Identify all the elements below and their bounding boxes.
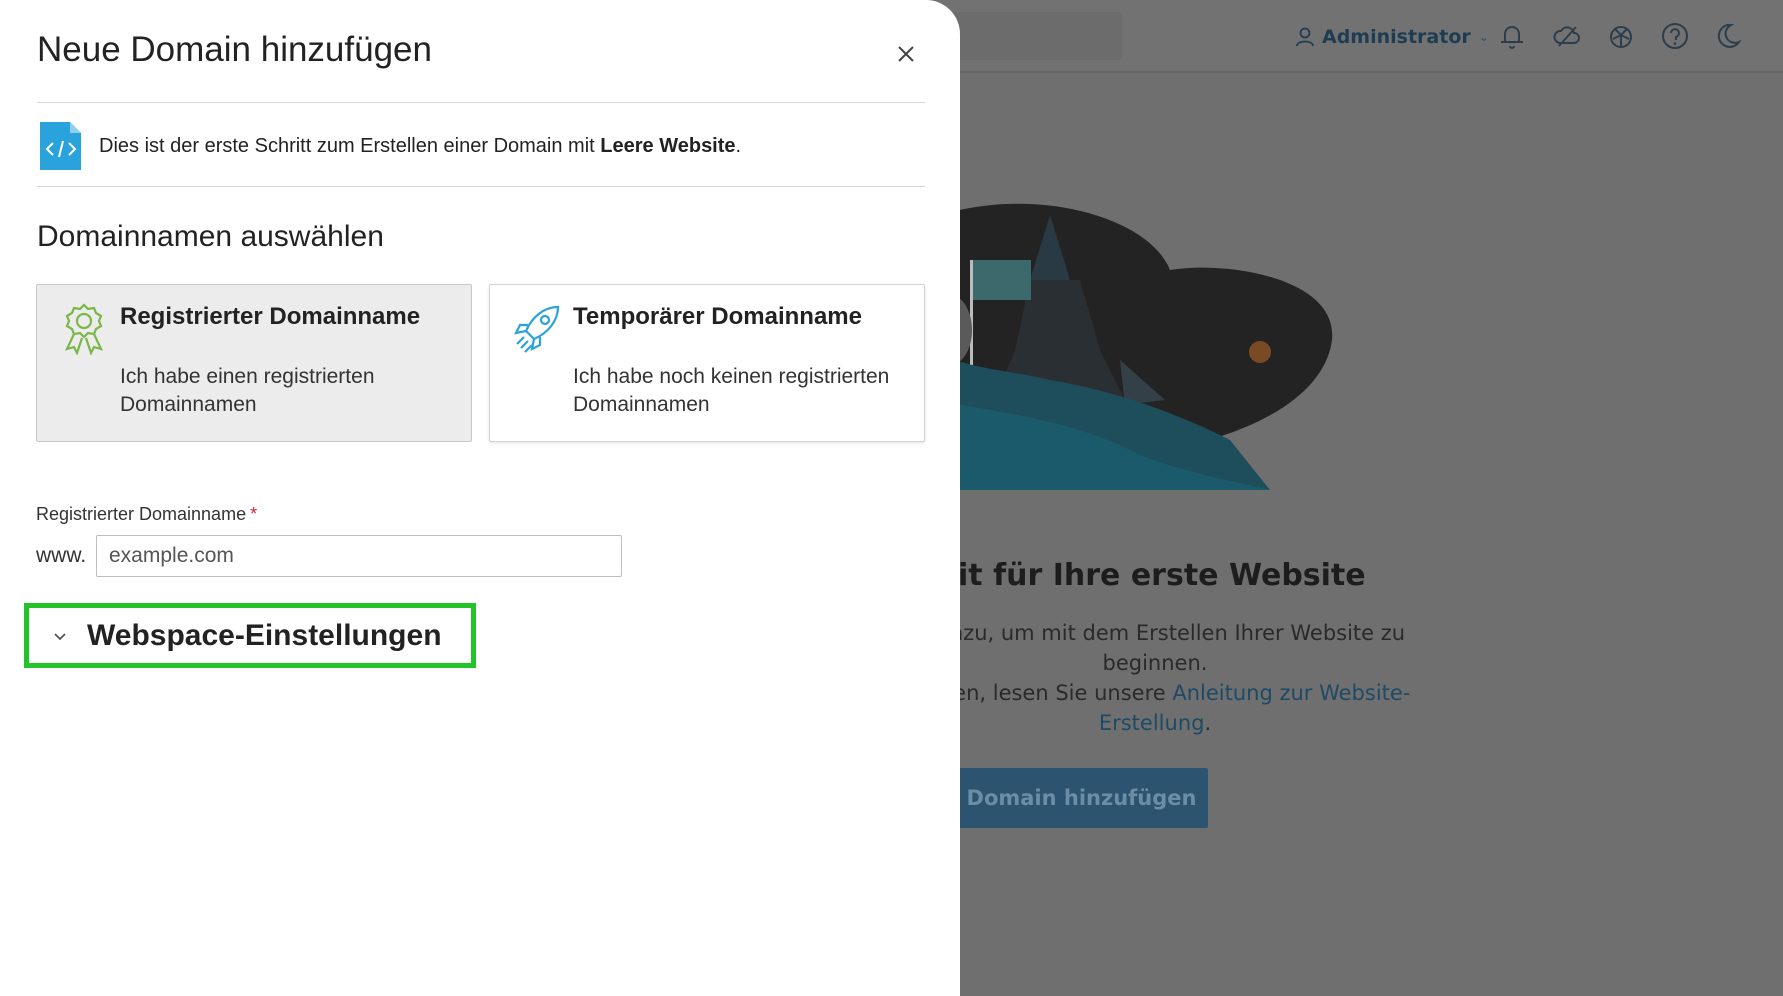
domain-name-input[interactable] [96, 535, 622, 577]
title-divider [37, 102, 925, 103]
domain-field-label: Registrierter Domainname * [36, 504, 258, 524]
temporary-domain-card[interactable]: Temporärer Domainname Ich habe noch kein… [489, 284, 925, 442]
required-marker: * [250, 504, 258, 524]
dark-mode-icon[interactable] [1712, 20, 1744, 52]
webspace-settings-label: Webspace-Einstellungen [87, 618, 442, 652]
dialog-title: Neue Domain hinzufügen [37, 30, 432, 69]
chevron-down-icon: ⌄ [1478, 30, 1489, 44]
extensions-icon[interactable] [1605, 20, 1637, 52]
close-icon [898, 46, 914, 62]
empty-state-heading: it für Ihre erste Website [958, 558, 1366, 593]
card-title: Temporärer Domainname [573, 303, 862, 330]
rocket-icon [514, 303, 560, 355]
section-title: Domainnamen auswählen [37, 220, 384, 253]
astronaut-illustration [928, 200, 1350, 510]
card-description: Ich habe noch keinen registrierten Domai… [573, 365, 890, 416]
code-file-icon [37, 120, 85, 172]
info-row: Dies ist der erste Schritt zum Erstellen… [37, 118, 741, 174]
close-button[interactable] [892, 40, 920, 68]
www-prefix: www. [36, 544, 87, 567]
add-domain-dialog: Neue Domain hinzufügen Dies ist der erst… [0, 0, 960, 996]
cloud-icon[interactable] [1551, 20, 1583, 52]
empty-state-guide-text: nötigen, lesen Sie unsere Anleitung zur … [899, 681, 1411, 735]
empty-state-description: in hinzu, um mit dem Erstellen Ihrer Web… [904, 621, 1406, 675]
info-website-type: Leere Website [600, 134, 736, 157]
award-ribbon-icon [61, 303, 107, 356]
registered-domain-card[interactable]: Registrierter Domainname Ich habe einen … [36, 284, 472, 442]
chevron-down-icon [51, 627, 69, 645]
add-domain-button[interactable]: Domain hinzufügen [955, 768, 1208, 828]
info-divider [37, 186, 925, 187]
info-text: Dies ist der erste Schritt zum Erstellen… [99, 134, 742, 157]
webspace-settings-toggle[interactable]: Webspace-Einstellungen [24, 603, 476, 668]
search-box[interactable] [940, 12, 1122, 60]
user-menu[interactable]: Administrator ⌄ [1296, 22, 1489, 52]
card-description: Ich habe einen registrierten Domainnamen [120, 365, 375, 416]
notifications-icon[interactable] [1496, 20, 1528, 52]
help-icon[interactable] [1659, 20, 1691, 52]
user-name: Administrator [1322, 26, 1471, 48]
card-title: Registrierter Domainname [120, 303, 421, 330]
user-icon [1296, 27, 1314, 47]
